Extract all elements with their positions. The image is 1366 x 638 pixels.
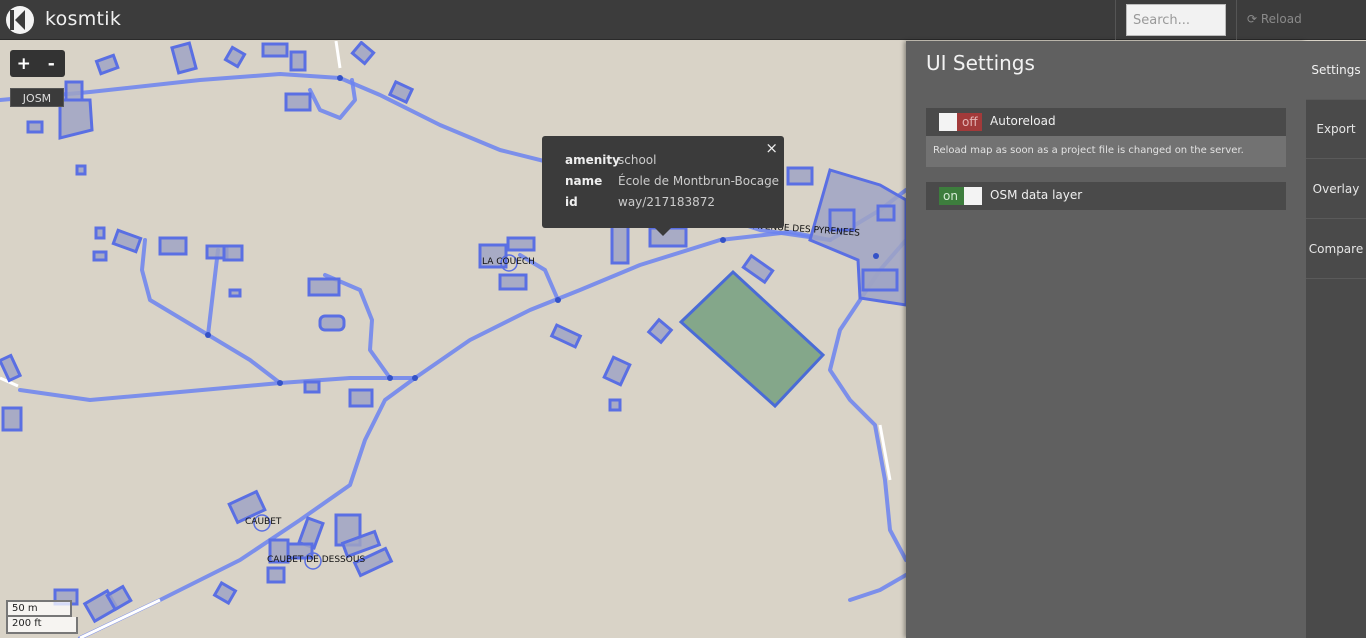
toggle-state: off (962, 115, 978, 129)
feature-popup: × amenity school name École de Montbrun-… (542, 136, 784, 236)
panel-title: UI Settings (926, 51, 1035, 75)
map-canvas[interactable]: AVENUE DES PYRENEES LA COUECH CAUBET CAU… (0, 41, 906, 638)
popup-key: name (565, 174, 603, 188)
scale-imperial: 200 ft (6, 617, 78, 634)
divider (1236, 0, 1237, 40)
zoom-control: + - (10, 50, 65, 77)
toggle-state: on (943, 189, 958, 203)
zoom-out-button[interactable]: - (38, 50, 66, 77)
setting-description: Reload map as soon as a project file is … (926, 136, 1286, 167)
top-bar: kosmtik ⟳ Reload (0, 0, 1366, 40)
josm-button[interactable]: JOSM (10, 88, 64, 107)
popup-value: École de Montbrun-Bocage (618, 174, 780, 188)
place-label: LA COUECH (482, 257, 535, 267)
reload-button[interactable]: ⟳ Reload (1247, 12, 1302, 26)
toggle-knob (964, 187, 982, 205)
toggle-knob (939, 113, 957, 131)
app-brand: kosmtik (45, 8, 122, 30)
scale-metric: 50 m (6, 600, 72, 617)
osm-data-layer-toggle[interactable]: on (939, 187, 982, 205)
popup-value: school (618, 153, 657, 167)
close-icon[interactable]: × (765, 139, 778, 157)
settings-panel: UI Settings off Autoreload Reload map as… (906, 41, 1306, 638)
side-tabs: Settings Export Overlay Compare (1306, 41, 1366, 638)
tab-compare[interactable]: Compare (1306, 220, 1366, 279)
kosmtik-logo-icon (6, 6, 34, 34)
search-input[interactable] (1126, 4, 1226, 36)
popup-tip (655, 228, 671, 236)
divider (1115, 0, 1116, 40)
setting-label: OSM data layer (990, 188, 1083, 202)
tab-overlay[interactable]: Overlay (1306, 160, 1366, 219)
place-label: CAUBET (245, 517, 282, 527)
tab-export[interactable]: Export (1306, 100, 1366, 159)
autoreload-toggle[interactable]: off (939, 113, 982, 131)
setting-osm-data-layer: on OSM data layer (926, 182, 1286, 210)
setting-autoreload: off Autoreload (926, 108, 1286, 136)
popup-value: way/217183872 (618, 195, 716, 209)
place-label: CAUBET DE DESSOUS (267, 555, 366, 565)
popup-key: amenity (565, 153, 620, 167)
map-features (0, 41, 906, 638)
popup-key: id (565, 195, 578, 209)
setting-label: Autoreload (990, 114, 1056, 128)
zoom-in-button[interactable]: + (10, 50, 38, 77)
tab-settings[interactable]: Settings (1306, 41, 1366, 100)
